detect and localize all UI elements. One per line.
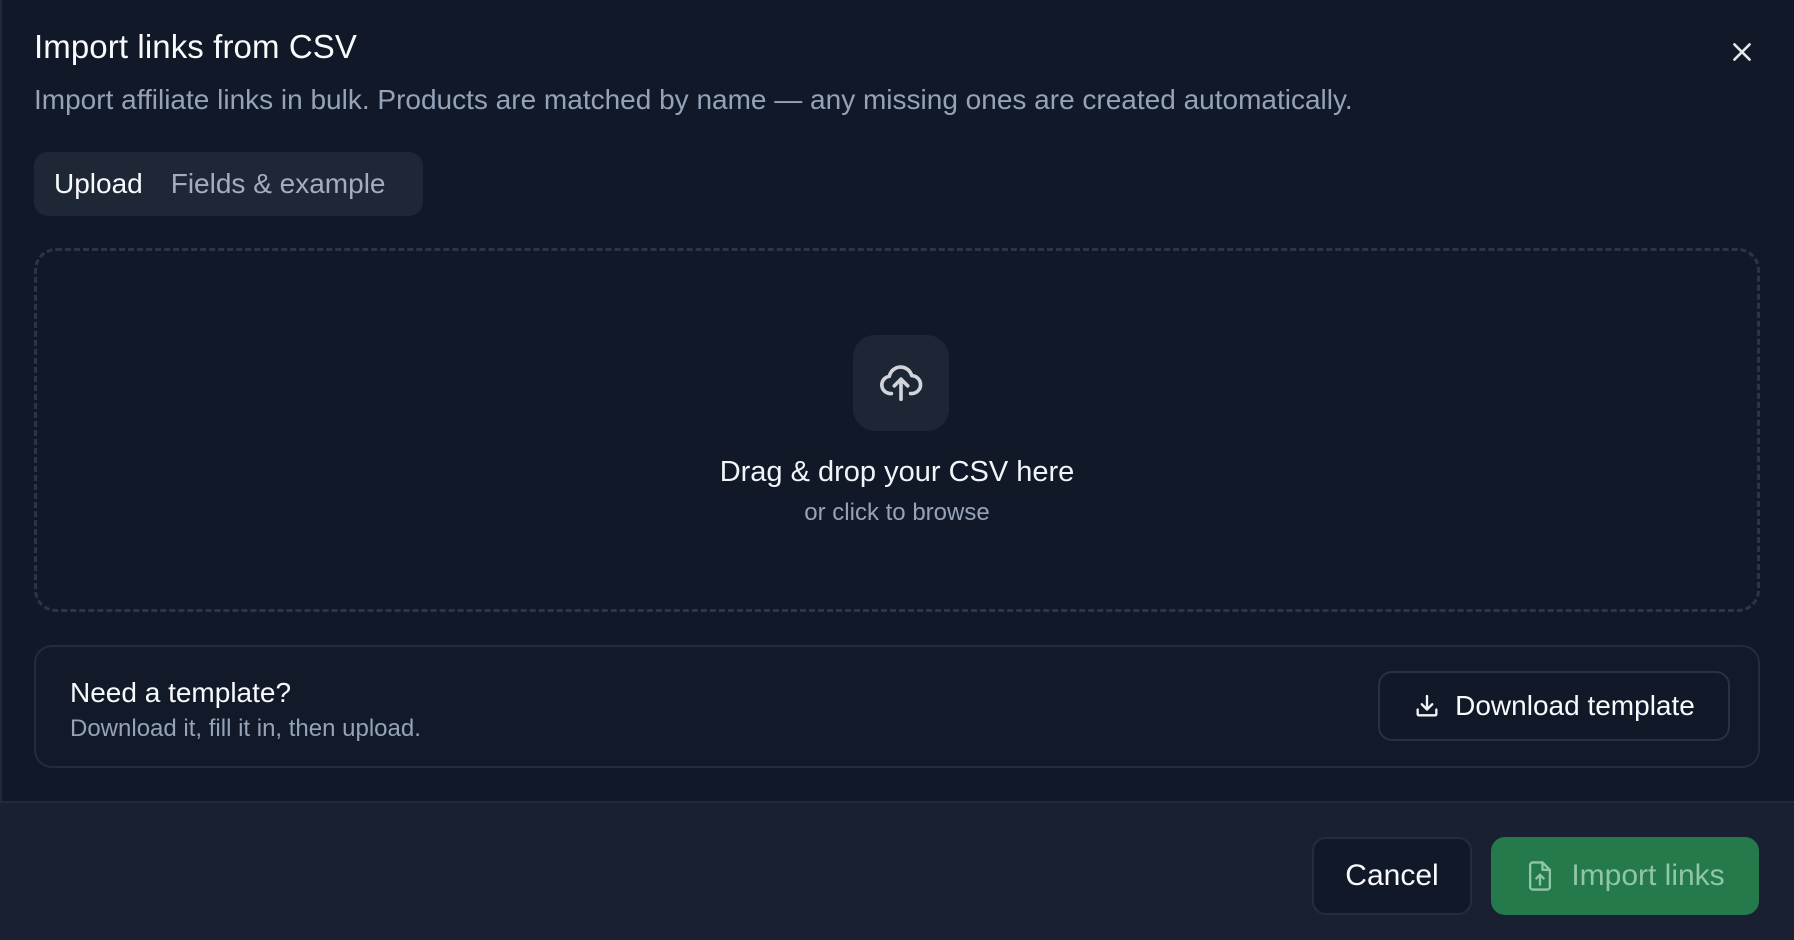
cloud-upload-icon	[880, 365, 923, 402]
tab-list: Upload Fields & example	[34, 152, 423, 216]
cancel-button[interactable]: Cancel	[1312, 837, 1472, 915]
dialog-title: Import links from CSV	[34, 28, 357, 65]
dropzone-subtitle: or click to browse	[804, 499, 990, 526]
download-template-label: Download template	[1455, 690, 1695, 721]
close-button[interactable]	[1724, 34, 1760, 70]
csv-dropzone[interactable]: Drag & drop your CSV here or click to br…	[34, 248, 1760, 612]
import-links-label: Import links	[1571, 859, 1725, 892]
dialog-footer: Cancel Import links	[0, 801, 1794, 940]
import-links-button[interactable]: Import links	[1491, 837, 1759, 915]
file-upload-icon	[1529, 861, 1552, 891]
dialog-subtitle: Import affiliate links in bulk. Products…	[34, 84, 1353, 115]
tab-fields-example[interactable]: Fields & example	[157, 158, 400, 210]
template-card: Need a template? Download it, fill it in…	[34, 645, 1760, 768]
import-csv-dialog: Import links from CSV Import affiliate l…	[0, 0, 1794, 940]
close-icon	[1733, 43, 1751, 61]
template-title: Need a template?	[70, 677, 292, 708]
dropzone-title: Drag & drop your CSV here	[719, 456, 1075, 488]
upload-icon-container	[853, 335, 949, 431]
tab-upload[interactable]: Upload	[40, 158, 157, 210]
download-template-button[interactable]: Download template	[1378, 671, 1730, 741]
template-subtitle: Download it, fill it in, then upload.	[70, 715, 421, 742]
dialog-edge	[0, 0, 2, 940]
download-icon	[1416, 694, 1438, 717]
